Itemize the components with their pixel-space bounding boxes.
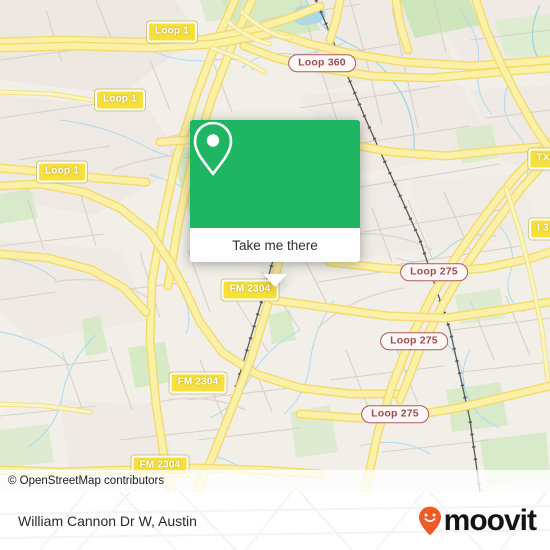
road-shield-fm-2304-mid[interactable]: FM 2304 bbox=[169, 372, 227, 394]
road-shield-loop-1-north[interactable]: Loop 1 bbox=[147, 21, 197, 43]
map-canvas[interactable]: .bg{fill:#f2efe9} .blk{fill:#e9e2dc} .bl… bbox=[0, 0, 550, 492]
moovit-wordmark: moovit bbox=[443, 504, 537, 537]
location-title: William Cannon Dr W, Austin bbox=[18, 513, 197, 529]
location-popup-card[interactable]: Take me there bbox=[190, 120, 360, 287]
popup-icon-panel bbox=[190, 120, 360, 228]
road-shield-loop-275-south[interactable]: Loop 275 bbox=[361, 405, 429, 423]
map-attribution-bar: © OpenStreetMap contributors bbox=[0, 470, 550, 492]
popup-pointer bbox=[263, 274, 287, 287]
moovit-map-screenshot: .bg{fill:#f2efe9} .blk{fill:#e9e2dc} .bl… bbox=[0, 0, 550, 550]
road-shield-loop-275-mid[interactable]: Loop 275 bbox=[380, 332, 448, 350]
footer-bar: William Cannon Dr W, Austin moovit bbox=[0, 492, 550, 550]
road-shield-loop-360[interactable]: Loop 360 bbox=[288, 54, 356, 72]
osm-attribution-text[interactable]: © OpenStreetMap contributors bbox=[0, 475, 164, 487]
road-shield-loop-1-mid[interactable]: Loop 1 bbox=[95, 89, 145, 111]
moovit-logo[interactable]: moovit bbox=[418, 504, 537, 537]
road-shield-tx[interactable]: TX bbox=[528, 148, 550, 170]
location-pin-icon bbox=[193, 121, 233, 176]
take-me-there-label: Take me there bbox=[232, 237, 318, 253]
road-shield-i-35[interactable]: I 3 bbox=[529, 218, 550, 240]
take-me-there-button[interactable]: Take me there bbox=[190, 228, 360, 262]
road-shield-loop-275-north[interactable]: Loop 275 bbox=[400, 263, 468, 281]
road-shield-loop-1-west[interactable]: Loop 1 bbox=[37, 161, 87, 183]
moovit-smiley-pin-icon bbox=[418, 506, 441, 536]
